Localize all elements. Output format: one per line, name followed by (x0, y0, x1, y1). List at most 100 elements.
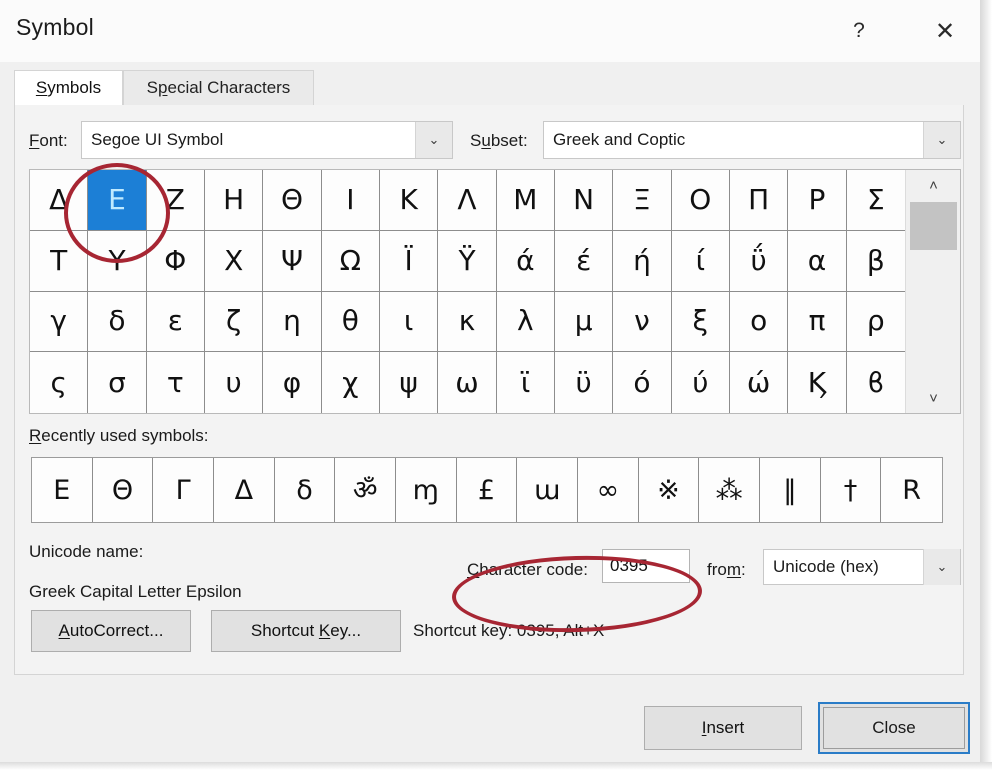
recent-symbol-cell[interactable]: ‖ (760, 458, 821, 522)
symbol-cell[interactable]: Ι (321, 170, 380, 231)
symbol-cell[interactable]: Η (204, 170, 264, 231)
symbol-cell[interactable]: ΰ (729, 230, 789, 292)
symbol-cell[interactable]: Φ (146, 230, 205, 292)
symbol-cell[interactable]: ς (30, 352, 89, 413)
symbol-cell[interactable]: υ (204, 352, 264, 413)
symbol-cell[interactable]: Ξ (613, 170, 672, 231)
symbol-cell[interactable]: Υ (88, 230, 147, 292)
symbol-cell[interactable]: Π (729, 170, 789, 231)
recent-symbol-cell[interactable]: £ (457, 458, 518, 522)
subset-label: Subset: (470, 131, 528, 150)
close-button[interactable]: Close (823, 707, 965, 749)
symbol-cell[interactable]: Ω (321, 230, 380, 292)
scroll-up-icon[interactable]: ˄ (906, 170, 961, 200)
symbol-cell[interactable]: Χ (204, 230, 264, 292)
autocorrect-button[interactable]: AutoCorrect... (31, 610, 191, 652)
symbol-cell[interactable]: Ψ (263, 230, 322, 292)
recent-symbol-cell[interactable]: ※ (639, 458, 700, 522)
symbol-cell[interactable]: κ (438, 291, 497, 353)
symbol-cell[interactable]: τ (146, 352, 205, 413)
symbol-cell[interactable]: ε (146, 291, 205, 353)
symbol-cell[interactable]: π (788, 291, 847, 353)
symbol-cell[interactable]: Θ (263, 170, 322, 231)
tab-symbols[interactable]: SSymbolsymbols (14, 70, 123, 106)
symbol-cell[interactable]: θ (321, 291, 380, 353)
chevron-down-icon[interactable]: ⌄ (923, 549, 960, 585)
dialog-body: SSymbolsymbols Special Characters Font: … (0, 62, 980, 694)
character-code-input[interactable] (602, 549, 690, 583)
symbol-cell[interactable]: Ο (671, 170, 730, 231)
symbol-cell[interactable]: ό (613, 352, 672, 413)
symbol-cell[interactable]: Ϊ (379, 230, 439, 292)
symbol-cell[interactable]: Ε (88, 170, 147, 231)
symbol-cell[interactable]: ύ (671, 352, 730, 413)
symbol-cell[interactable]: Κ (379, 170, 439, 231)
font-combobox[interactable]: Segoe UI Symbol ⌄ (81, 121, 453, 159)
symbol-cell[interactable]: ϊ (496, 352, 555, 413)
symbol-cell[interactable]: σ (88, 352, 147, 413)
from-combobox[interactable]: Unicode (hex) ⌄ (763, 549, 961, 585)
recent-symbol-cell[interactable]: Ε (32, 458, 93, 522)
symbol-cell[interactable]: ι (379, 291, 439, 353)
symbol-cell[interactable]: Ν (554, 170, 614, 231)
help-icon[interactable]: ? (836, 8, 882, 54)
symbol-cell[interactable]: ί (671, 230, 730, 292)
symbol-cell[interactable]: λ (496, 291, 555, 353)
recent-symbol-cell[interactable]: ∞ (578, 458, 639, 522)
symbol-cell[interactable]: δ (88, 291, 147, 353)
shortcut-key-button[interactable]: Shortcut Key... (211, 610, 401, 652)
chevron-down-icon[interactable]: ⌄ (923, 122, 960, 158)
symbol-cell[interactable]: ρ (846, 291, 905, 353)
symbol-cell[interactable]: ϋ (554, 352, 614, 413)
symbol-cell[interactable]: Ζ (146, 170, 205, 231)
symbol-cell[interactable]: Ϋ (438, 230, 497, 292)
symbol-cell[interactable]: ϐ (846, 352, 905, 413)
recent-symbol-cell[interactable]: R (881, 458, 942, 522)
symbol-cell[interactable]: ξ (671, 291, 730, 353)
recent-symbol-cell[interactable]: ɯ (517, 458, 578, 522)
symbol-cell[interactable]: ζ (204, 291, 264, 353)
symbol-cell[interactable]: φ (263, 352, 322, 413)
symbol-cell[interactable]: Λ (438, 170, 497, 231)
symbol-cell[interactable]: Μ (496, 170, 555, 231)
insert-button[interactable]: Insert (644, 706, 802, 750)
symbol-cell[interactable]: ω (438, 352, 497, 413)
symbol-cell[interactable]: α (788, 230, 847, 292)
symbol-cell[interactable]: γ (30, 291, 89, 353)
symbol-grid[interactable]: ΔΕΖΗΘΙΚΛΜΝΞΟΠΡΣ ΤΥΦΧΨΩΪΫάέήίΰαβ γδεζηθικλμ… (30, 170, 905, 413)
recent-symbol-cell[interactable]: Θ (93, 458, 154, 522)
symbol-cell[interactable]: ψ (379, 352, 439, 413)
scrollbar-thumb[interactable] (910, 202, 957, 250)
recent-symbol-cell[interactable]: ɱ (396, 458, 457, 522)
font-value: Segoe UI Symbol (91, 130, 224, 149)
symbol-cell[interactable]: έ (554, 230, 614, 292)
symbol-grid-scrollbar[interactable]: ˄ ˅ (905, 170, 960, 413)
tab-special-characters[interactable]: Special Characters (123, 70, 314, 106)
symbol-cell[interactable]: β (846, 230, 905, 292)
recently-used-grid[interactable]: Ε Θ Γ Δδ ॐ ɱ £ ɯ ∞ ※ ⁂ ‖ † R (31, 457, 943, 523)
recent-symbol-cell[interactable]: ⁂ (699, 458, 760, 522)
chevron-down-icon[interactable]: ⌄ (415, 122, 452, 158)
scroll-down-icon[interactable]: ˅ (906, 383, 961, 413)
recent-symbol-cell[interactable]: δ (275, 458, 336, 522)
symbol-cell[interactable]: Ϗ (788, 352, 847, 413)
recent-symbol-cell[interactable]: † (821, 458, 882, 522)
dialog-title: Symbol (16, 14, 94, 40)
symbol-cell[interactable]: ώ (729, 352, 789, 413)
recent-symbol-cell[interactable]: ॐ (335, 458, 396, 522)
symbol-cell[interactable]: μ (554, 291, 614, 353)
symbol-cell[interactable]: Σ (846, 170, 905, 231)
symbol-cell[interactable]: η (263, 291, 322, 353)
symbol-cell[interactable]: Τ (30, 230, 89, 292)
symbol-cell[interactable]: ά (496, 230, 555, 292)
symbol-cell[interactable]: ή (613, 230, 672, 292)
close-icon[interactable]: ✕ (922, 8, 968, 54)
subset-combobox[interactable]: Greek and Coptic ⌄ (543, 121, 961, 159)
symbol-cell[interactable]: ν (613, 291, 672, 353)
symbol-cell[interactable]: ο (729, 291, 789, 353)
symbol-cell[interactable]: Δ (30, 170, 89, 231)
recent-symbol-cell[interactable]: Δ (214, 458, 275, 522)
symbol-cell[interactable]: χ (321, 352, 380, 413)
recent-symbol-cell[interactable]: Γ (153, 458, 214, 522)
symbol-cell[interactable]: Ρ (788, 170, 847, 231)
